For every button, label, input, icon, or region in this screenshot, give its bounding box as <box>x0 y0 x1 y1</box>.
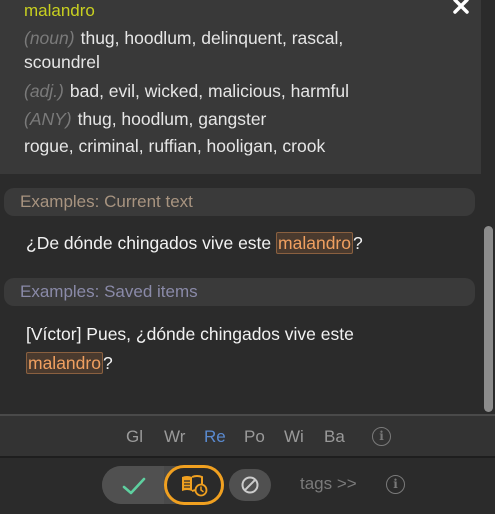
examples-saved-header: Examples: Saved items <box>4 278 475 306</box>
headword: malandro <box>24 1 95 20</box>
dict-link-ba[interactable]: Ba <box>324 427 345 447</box>
check-icon <box>122 477 146 495</box>
tags-link[interactable]: tags >> <box>300 474 357 494</box>
definition-line: rogue, criminal, ruffian, hooligan, croo… <box>24 134 325 158</box>
dict-link-po[interactable]: Po <box>244 427 265 447</box>
mark-known-button[interactable] <box>102 466 164 504</box>
dict-link-gl[interactable]: Gl <box>126 427 143 447</box>
prohibit-icon <box>241 476 259 494</box>
highlighted-term[interactable]: malandro <box>276 232 353 254</box>
saved-example-line: [Víctor] Pues, ¿dónde chingados vive est… <box>26 324 354 344</box>
highlighted-term[interactable]: malandro <box>26 352 103 374</box>
example-text: ¿De dónde chingados vive este <box>26 233 277 253</box>
definition-text: scoundrel <box>24 52 100 72</box>
action-bar: tags >> i <box>0 458 495 514</box>
dict-link-wi[interactable]: Wi <box>284 427 304 447</box>
close-icon <box>453 0 469 14</box>
definition-line: (ANY) thug, hoodlum, gangster <box>24 107 266 131</box>
examples-current-header: Examples: Current text <box>4 188 475 216</box>
status-button-group <box>102 465 224 505</box>
definition-text: rogue, criminal, ruffian, hooligan, croo… <box>24 136 326 156</box>
part-of-speech: (ANY) <box>24 109 72 129</box>
book-clock-icon <box>182 475 208 497</box>
definition-line: (noun) thug, hoodlum, delinquent, rascal, <box>24 26 343 50</box>
dict-link-re[interactable]: Re <box>204 427 226 447</box>
save-for-review-button[interactable] <box>164 465 224 505</box>
definition-text: thug, hoodlum, gangster <box>77 109 267 129</box>
definition-line: scoundrel <box>24 50 100 74</box>
dictionary-links: Gl Wr Re Po Wi Ba i <box>0 416 495 456</box>
definition-line: (adj.) bad, evil, wicked, malicious, harm… <box>24 79 349 103</box>
info-icon[interactable]: i <box>372 427 391 446</box>
ignore-button[interactable] <box>229 469 271 501</box>
scrollbar-thumb[interactable] <box>484 226 493 412</box>
info-icon[interactable]: i <box>386 475 405 494</box>
part-of-speech: (noun) <box>24 28 75 48</box>
part-of-speech: (adj.) <box>24 81 64 101</box>
dict-link-wr[interactable]: Wr <box>164 427 185 447</box>
definitions-section: malandro (noun) thug, hoodlum, delinquent… <box>0 0 481 174</box>
current-example: ¿De dónde chingados vive este malandro? <box>26 229 363 258</box>
definition-text: thug, hoodlum, delinquent, rascal, <box>80 28 344 48</box>
close-button[interactable] <box>448 0 474 18</box>
example-text: ? <box>353 233 363 253</box>
saved-example-line: malandro? <box>26 349 113 378</box>
example-text: ? <box>102 353 113 373</box>
definition-text: bad, evil, wicked, malicious, harmful <box>69 81 350 101</box>
word-lookup-panel: malandro (noun) thug, hoodlum, delinquent… <box>0 0 495 514</box>
